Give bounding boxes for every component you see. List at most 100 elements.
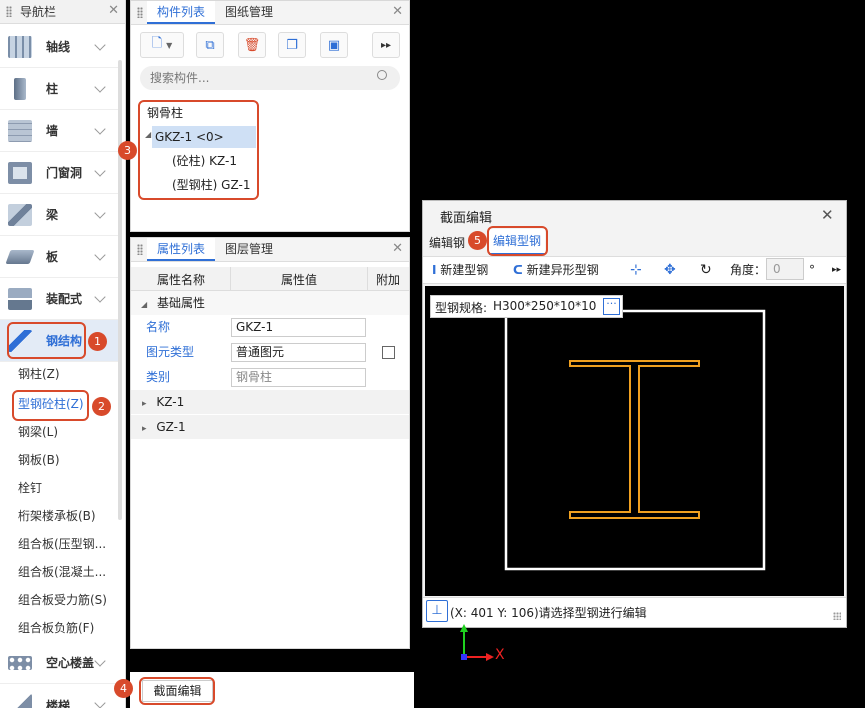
property-tabs: 属性列表 图层管理 ✕: [131, 238, 409, 262]
tab-drawing-manage[interactable]: 图纸管理: [215, 1, 283, 24]
highlight-box-4: [139, 677, 215, 705]
more-options-button[interactable]: ···: [603, 298, 620, 315]
chevron-down-icon: [94, 122, 106, 135]
collapse-arrow-icon: ◢: [141, 300, 148, 309]
tab-layer-manage[interactable]: 图层管理: [215, 238, 283, 261]
nav-cat-stair[interactable]: 楼梯: [0, 684, 120, 708]
tool-label: 新建型钢: [440, 263, 489, 277]
double-chevron-right-icon[interactable]: ▸▸: [832, 260, 841, 280]
property-value-input[interactable]: 普通图元: [231, 343, 366, 362]
nav-cat-label: 楼梯: [46, 698, 71, 708]
hollow-floor-icon: [8, 655, 32, 670]
tab-property-list[interactable]: 属性列表: [147, 238, 216, 261]
spec-bar: 型钢规格: H300*250*10*10 ···: [430, 295, 623, 318]
nav-title: 导航栏: [20, 5, 57, 19]
status-text: (X: 401 Y: 106)请选择型钢进行编辑: [450, 606, 647, 620]
property-row-category: 类别 钢骨柱: [131, 365, 409, 390]
group-label: KZ-1: [156, 395, 185, 409]
nav-cat-label: 梁: [46, 208, 59, 222]
duplicate-icon: ❐: [286, 37, 298, 53]
nav-cat-label: 板: [46, 250, 59, 264]
nav-item-stud[interactable]: 栓钉: [18, 478, 42, 498]
nav-cat-beam[interactable]: 梁: [0, 194, 120, 236]
close-icon[interactable]: ✕: [108, 4, 119, 18]
nav-cat-column[interactable]: 柱: [0, 68, 120, 110]
lock-icon[interactable]: [137, 244, 143, 255]
step-badge-5: 5: [468, 231, 487, 250]
nav-item-composite-rebar[interactable]: 组合板受力筋(S): [18, 590, 107, 610]
nav-cat-label: 空心楼盖: [46, 656, 95, 670]
step-badge-1: 1: [88, 332, 107, 351]
move-icon[interactable]: ✥: [664, 260, 676, 280]
floor-copy-button[interactable]: ▣: [320, 32, 348, 58]
nav-item-composite-profiled[interactable]: 组合板(压型钢...: [18, 534, 106, 554]
nav-cat-label: 轴线: [46, 40, 71, 54]
nav-cat-hollow-floor[interactable]: 空心楼盖: [0, 642, 120, 684]
property-group-basic[interactable]: ◢ 基础属性: [131, 291, 409, 315]
chevron-down-icon: [94, 290, 106, 303]
new-irregular-steel-button[interactable]: ᑕ 新建异形型钢: [513, 260, 599, 280]
nav-item-composite-concrete[interactable]: 组合板(混凝土...: [18, 562, 106, 582]
highlight-box-1: [7, 322, 86, 359]
ortho-toggle-icon[interactable]: ⊥: [426, 600, 448, 622]
close-icon[interactable]: ✕: [392, 242, 403, 256]
nav-item-steel-beam[interactable]: 钢梁(L): [18, 422, 58, 442]
drag-grip-icon[interactable]: [6, 6, 12, 17]
dialog-title: 截面编辑: [440, 211, 493, 226]
angle-input[interactable]: 0: [766, 258, 804, 280]
nav-cat-axis[interactable]: 轴线: [0, 26, 120, 68]
property-group-gz[interactable]: ▸ GZ-1: [131, 415, 409, 439]
header-name: 属性名称: [157, 273, 206, 287]
nav-cat-door-window[interactable]: 门窗洞: [0, 152, 120, 194]
x-axis-arrow-icon: [486, 653, 494, 661]
nav-item-composite-neg-rebar[interactable]: 组合板负筋(F): [18, 618, 94, 638]
nav-item-steel-column[interactable]: 钢柱(Z): [18, 364, 60, 384]
component-search-input[interactable]: 搜索构件...: [140, 66, 400, 90]
property-row-type: 图元类型 普通图元: [131, 340, 409, 365]
copy-button[interactable]: ⧉: [196, 32, 224, 58]
nav-cat-prefab[interactable]: 装配式: [0, 278, 120, 320]
property-name: 名称: [146, 320, 171, 334]
insert-point-icon[interactable]: ⊹: [630, 260, 642, 280]
door-window-icon: [8, 161, 32, 184]
h-beam-section[interactable]: [569, 360, 700, 519]
tab-edit-steel[interactable]: 编辑钢: [429, 234, 465, 251]
nav-cat-label: 墙: [46, 124, 59, 138]
close-icon[interactable]: ✕: [392, 5, 403, 19]
lock-icon[interactable]: [137, 7, 143, 18]
property-group-kz[interactable]: ▸ KZ-1: [131, 390, 409, 414]
boundary-rect: [504, 309, 766, 571]
header-extra: 附加: [376, 273, 401, 287]
extra-checkbox[interactable]: [382, 346, 395, 359]
delete-button[interactable]: 🗑: [238, 32, 266, 58]
header-value: 属性值: [281, 273, 318, 287]
nav-item-steel-plate[interactable]: 钢板(B): [18, 450, 60, 470]
duplicate-button[interactable]: ❐: [278, 32, 306, 58]
nav-cat-label: 门窗洞: [46, 166, 83, 180]
highlight-box-5: [487, 226, 548, 256]
property-name: 图元类型: [146, 345, 195, 359]
nav-cat-label: 装配式: [46, 292, 83, 306]
spec-label: 型钢规格:: [435, 301, 488, 315]
more-tools-button[interactable]: ▸▸: [372, 32, 400, 58]
rotate-icon[interactable]: ↻: [700, 260, 712, 280]
grid-axis-icon: [8, 35, 32, 58]
new-file-icon: 🗋: [151, 36, 163, 51]
property-value-input[interactable]: GKZ-1: [231, 318, 366, 337]
section-canvas[interactable]: [425, 286, 844, 596]
nav-cat-wall[interactable]: 墙: [0, 110, 120, 152]
group-label: 基础属性: [156, 296, 205, 310]
spec-value-input[interactable]: H300*250*10*10: [493, 299, 596, 313]
nav-cat-slab[interactable]: 板: [0, 236, 120, 278]
tab-component-list[interactable]: 构件列表: [147, 1, 216, 24]
column-icon: [14, 77, 26, 100]
new-steel-button[interactable]: I 新建型钢: [432, 260, 488, 280]
dialog-close-icon[interactable]: ✕: [821, 206, 834, 224]
angle-label: 角度：: [730, 263, 767, 277]
nav-scrollbar[interactable]: [118, 60, 122, 520]
nav-item-truss-deck[interactable]: 桁架楼承板(B): [18, 506, 96, 526]
step-badge-3: 3: [118, 141, 137, 160]
resize-grip-icon[interactable]: [833, 612, 841, 620]
new-component-button[interactable]: 🗋 ▼: [140, 32, 184, 58]
search-icon[interactable]: [377, 70, 387, 80]
